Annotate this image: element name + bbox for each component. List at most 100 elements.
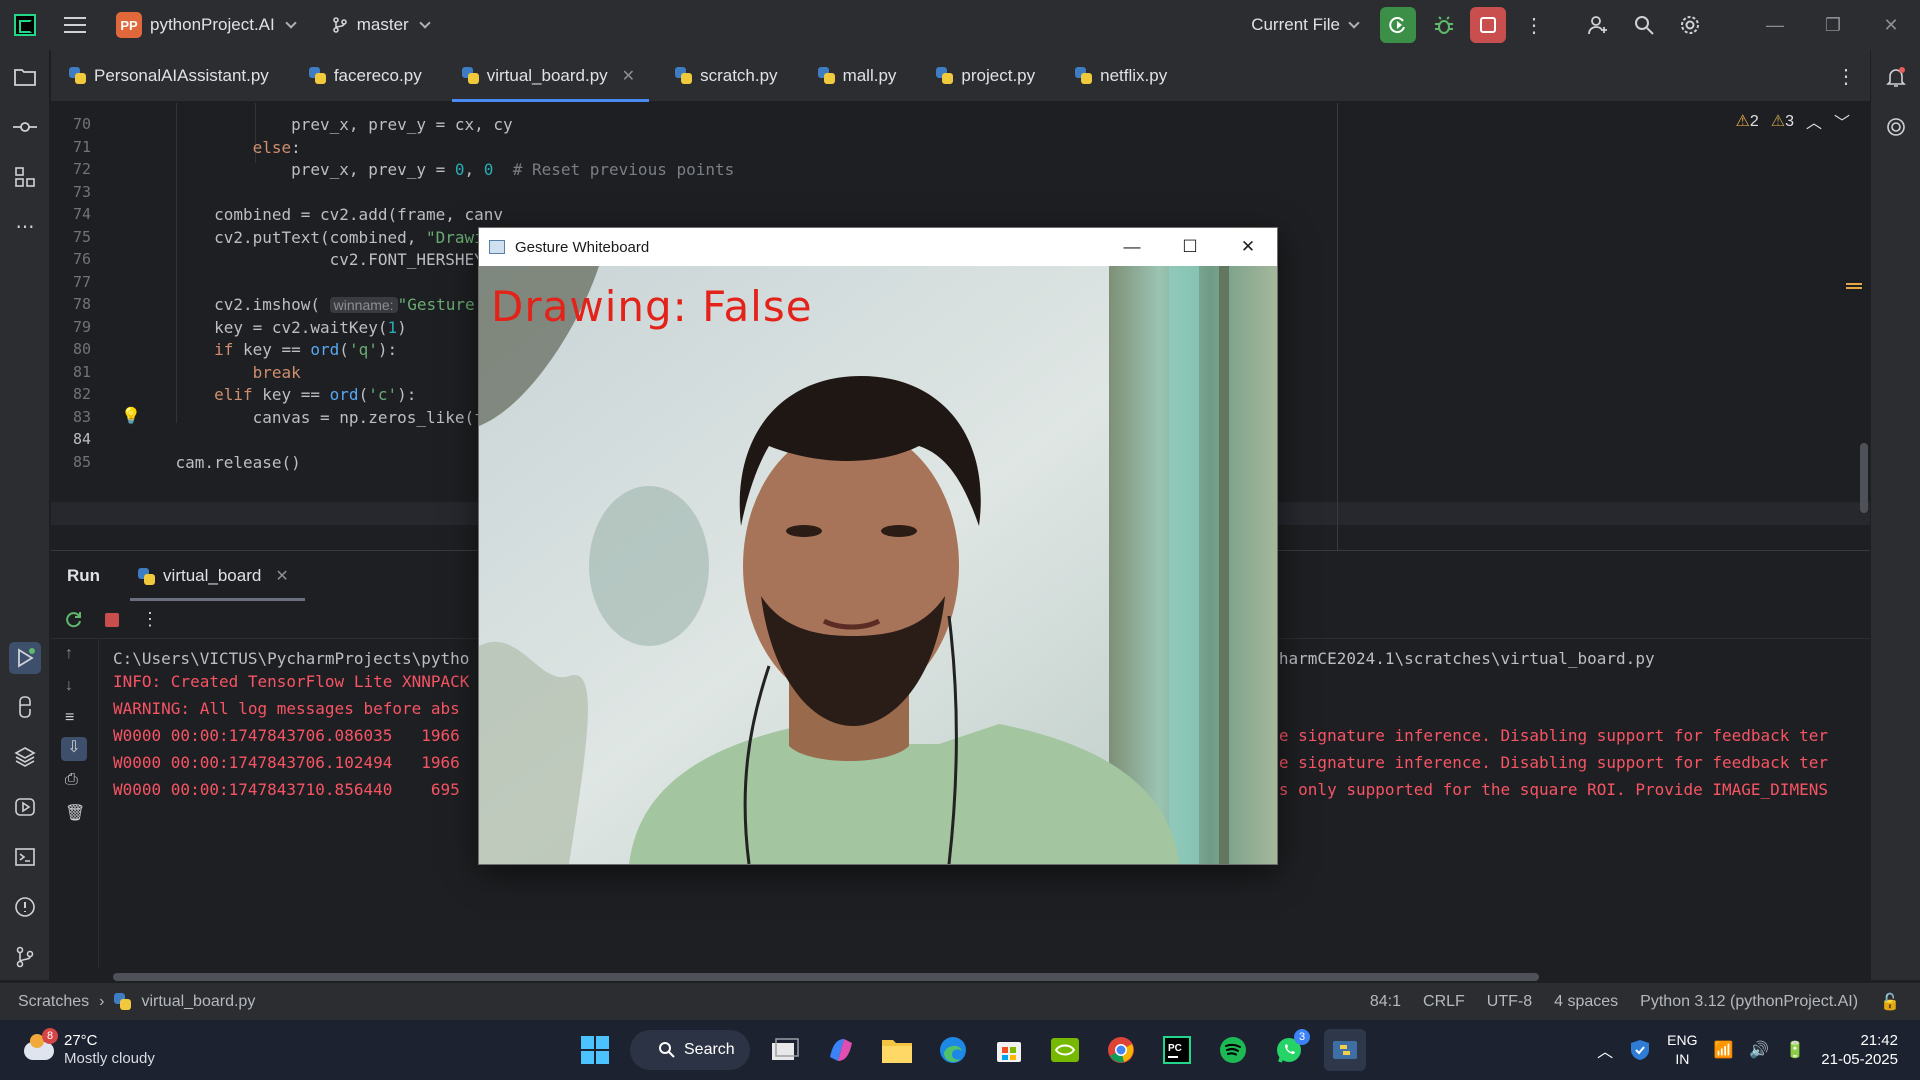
more-tools-button[interactable]: ⋯: [12, 214, 38, 240]
warning-marker[interactable]: [1846, 283, 1862, 289]
tab-project[interactable]: project.py: [918, 50, 1057, 102]
chrome-button[interactable]: [1100, 1029, 1142, 1071]
tab-personalaiassistant[interactable]: PersonalAIAssistant.py: [51, 50, 291, 102]
defender-shield-icon[interactable]: [1629, 1039, 1651, 1061]
services-tool-button[interactable]: [12, 794, 38, 820]
clock[interactable]: 21:42 21-05-2025: [1821, 1031, 1898, 1069]
layers-icon: [14, 747, 36, 767]
structure-tool-button[interactable]: [12, 164, 38, 190]
clock-time: 21:42: [1860, 1032, 1898, 1049]
weak-warning-count: 3: [1785, 113, 1794, 130]
python-interpreter[interactable]: Python 3.12 (pythonProject.AI): [1640, 993, 1858, 1011]
weather-widget[interactable]: 8 27°C Mostly cloudy: [22, 1028, 155, 1068]
run-tab-virtual-board[interactable]: virtual_board ✕: [130, 551, 305, 601]
input-language[interactable]: ENG IN: [1667, 1031, 1697, 1069]
line-separator[interactable]: CRLF: [1423, 993, 1465, 1011]
scroll-to-end-icon[interactable]: ⇩: [61, 737, 87, 761]
stop-button[interactable]: [1470, 7, 1506, 43]
indent-setting[interactable]: 4 spaces: [1554, 993, 1618, 1011]
trash-icon[interactable]: 🗑: [65, 803, 85, 823]
ai-assistant-button[interactable]: [1883, 114, 1909, 140]
clock-date: 21-05-2025: [1821, 1051, 1898, 1068]
tab-scratch[interactable]: scratch.py: [657, 50, 799, 102]
task-view-button[interactable]: [764, 1029, 806, 1071]
taskbar-search[interactable]: Search: [630, 1030, 750, 1070]
whatsapp-button[interactable]: 3: [1268, 1029, 1310, 1071]
settings-button[interactable]: [1670, 5, 1710, 45]
layers-tool-button[interactable]: [12, 744, 38, 770]
close-tab-icon[interactable]: ✕: [622, 66, 635, 86]
git-tool-button[interactable]: [12, 944, 38, 970]
line-number: 78: [72, 295, 91, 313]
param-hint: winname:: [329, 297, 398, 313]
run-config-selector[interactable]: Current File: [1251, 15, 1360, 35]
code-line: if key == ord('q'):: [214, 340, 398, 359]
problems-tool-button[interactable]: [12, 894, 38, 920]
notifications-button[interactable]: [1883, 64, 1909, 90]
breadcrumb-root[interactable]: Scratches: [18, 993, 89, 1011]
up-arrow-icon[interactable]: ↑: [65, 645, 73, 663]
volume-icon[interactable]: 🔊: [1749, 1040, 1769, 1060]
console-line: W0000 00:00:1747843710.856440 695: [113, 780, 460, 799]
show-hidden-icons[interactable]: ︿: [1597, 1038, 1613, 1062]
main-menu-icon[interactable]: [64, 17, 86, 33]
window-close-button[interactable]: ✕: [1219, 228, 1277, 266]
file-explorer-button[interactable]: [876, 1029, 918, 1071]
caret-position[interactable]: 84:1: [1370, 993, 1401, 1011]
code-line: cv2.putText(combined, "Drawing: [137, 228, 504, 247]
tab-netflix[interactable]: netflix.py: [1057, 50, 1189, 102]
start-button[interactable]: [574, 1029, 616, 1071]
rerun-icon[interactable]: [65, 611, 83, 629]
inspection-widget[interactable]: ⚠2 ⚠3 ︿ ﹀: [1735, 109, 1850, 133]
horizontal-scrollbar[interactable]: [113, 973, 1539, 981]
maximize-button[interactable]: ❐: [1804, 0, 1862, 50]
commit-tool-button[interactable]: [12, 114, 38, 140]
project-tool-button[interactable]: [12, 64, 38, 90]
gesture-whiteboard-window[interactable]: Gesture Whiteboard — ☐ ✕ Drawing: False: [478, 227, 1278, 865]
vcs-branch-selector[interactable]: master: [331, 15, 431, 35]
window-maximize-button[interactable]: ☐: [1161, 228, 1219, 266]
close-tab-icon[interactable]: ✕: [275, 566, 288, 586]
next-highlight-icon[interactable]: ﹀: [1834, 109, 1850, 133]
nvidia-button[interactable]: [1044, 1029, 1086, 1071]
stop-icon[interactable]: [105, 612, 119, 627]
copilot-button[interactable]: [820, 1029, 862, 1071]
chevron-down-icon: [285, 17, 297, 29]
problems-icon: [15, 897, 35, 917]
python-packages-button[interactable]: [12, 694, 38, 720]
rerun-button[interactable]: [1380, 7, 1416, 43]
window-minimize-button[interactable]: —: [1103, 228, 1161, 266]
code-with-me-button[interactable]: [1578, 5, 1618, 45]
lock-icon[interactable]: 🔓: [1880, 992, 1900, 1012]
print-icon[interactable]: ⎙: [65, 771, 78, 789]
soft-wrap-icon[interactable]: ≡: [65, 709, 74, 727]
store-button[interactable]: [988, 1029, 1030, 1071]
battery-icon[interactable]: 🔋: [1785, 1040, 1805, 1060]
tab-label: PersonalAIAssistant.py: [94, 65, 269, 85]
tab-mall[interactable]: mall.py: [800, 50, 919, 102]
python-app-button[interactable]: [1324, 1029, 1366, 1071]
more-vertical-icon[interactable]: ⋮: [141, 609, 159, 630]
down-arrow-icon[interactable]: ↓: [65, 677, 73, 695]
wifi-icon[interactable]: 📶: [1714, 1040, 1734, 1060]
debug-button[interactable]: [1424, 5, 1464, 45]
close-button[interactable]: ✕: [1862, 0, 1920, 50]
file-encoding[interactable]: UTF-8: [1487, 993, 1532, 1011]
more-actions-button[interactable]: ⋮: [1514, 5, 1554, 45]
run-tab-label: virtual_board: [163, 566, 262, 585]
terminal-tool-button[interactable]: [12, 844, 38, 870]
previous-highlight-icon[interactable]: ︿: [1806, 109, 1822, 133]
minimize-button[interactable]: —: [1746, 0, 1804, 50]
tab-facereco[interactable]: facereco.py: [291, 50, 444, 102]
tabs-more-button[interactable]: ⋮: [1836, 64, 1856, 89]
search-everywhere-button[interactable]: [1624, 5, 1664, 45]
breadcrumb-file[interactable]: virtual_board.py: [141, 993, 255, 1011]
tab-virtual-board[interactable]: virtual_board.py ✕: [444, 50, 657, 102]
vertical-scrollbar[interactable]: [1860, 443, 1868, 513]
edge-button[interactable]: [932, 1029, 974, 1071]
pycharm-taskbar-button[interactable]: PC: [1156, 1029, 1198, 1071]
project-selector[interactable]: PP pythonProject.AI: [116, 12, 297, 38]
python-file-icon: [138, 567, 156, 585]
spotify-button[interactable]: [1212, 1029, 1254, 1071]
run-tool-button[interactable]: [9, 642, 41, 674]
